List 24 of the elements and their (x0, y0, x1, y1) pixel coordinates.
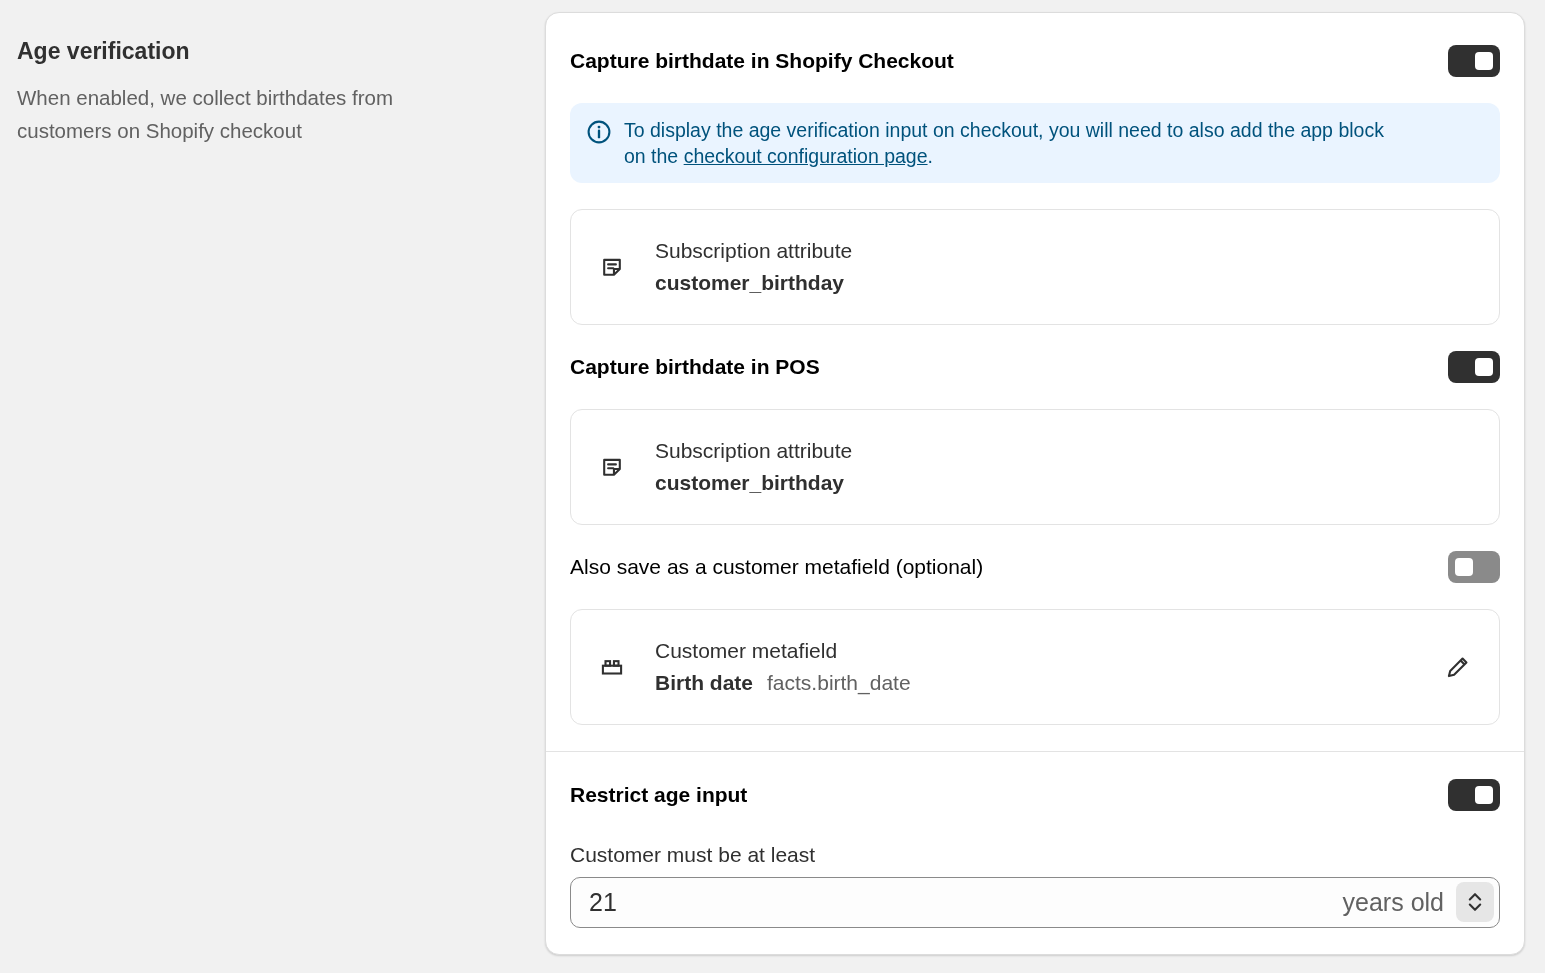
metafield-name: Birth date (655, 671, 753, 695)
section-title: Age verification (17, 38, 191, 65)
configuration-link[interactable]: checkout configuration page (683, 145, 928, 167)
attribute-title: Subscription attribute (655, 239, 853, 263)
toggle-switch[interactable] (1448, 551, 1500, 583)
attribute-title: Subscription attribute (655, 439, 853, 463)
section-description: When enabled, we collect birthdates from customers on Shopify checkout (17, 85, 395, 144)
field-label: Customer must be at least (570, 843, 817, 867)
setting-label: Capture birthdate in POS (570, 355, 820, 379)
setting-label: Restrict age input (570, 783, 748, 807)
metafield-key: facts.birth_date (767, 671, 911, 695)
toggle-switch[interactable] (1448, 45, 1500, 77)
metafield-title: Customer metafield (655, 639, 839, 663)
attribute-value: customer_birthday (655, 471, 846, 495)
info-icon (586, 119, 612, 145)
pencil-icon (1445, 654, 1471, 680)
toggle-switch[interactable] (1448, 351, 1500, 383)
banner-text: To display the age verification input on checkout, you will need to also add the app block on the checkout configuration page. (624, 118, 1385, 169)
attribute-value: customer_birthday (655, 271, 846, 295)
setting-label: Also save as a customer metafield (optional) (570, 555, 984, 579)
field-suffix: years old (1342, 888, 1444, 917)
stepper-button[interactable] (1456, 882, 1494, 922)
setting-label: Capture birthdate in Shopify Checkout (570, 49, 954, 73)
toggle-switch[interactable] (1448, 779, 1500, 811)
